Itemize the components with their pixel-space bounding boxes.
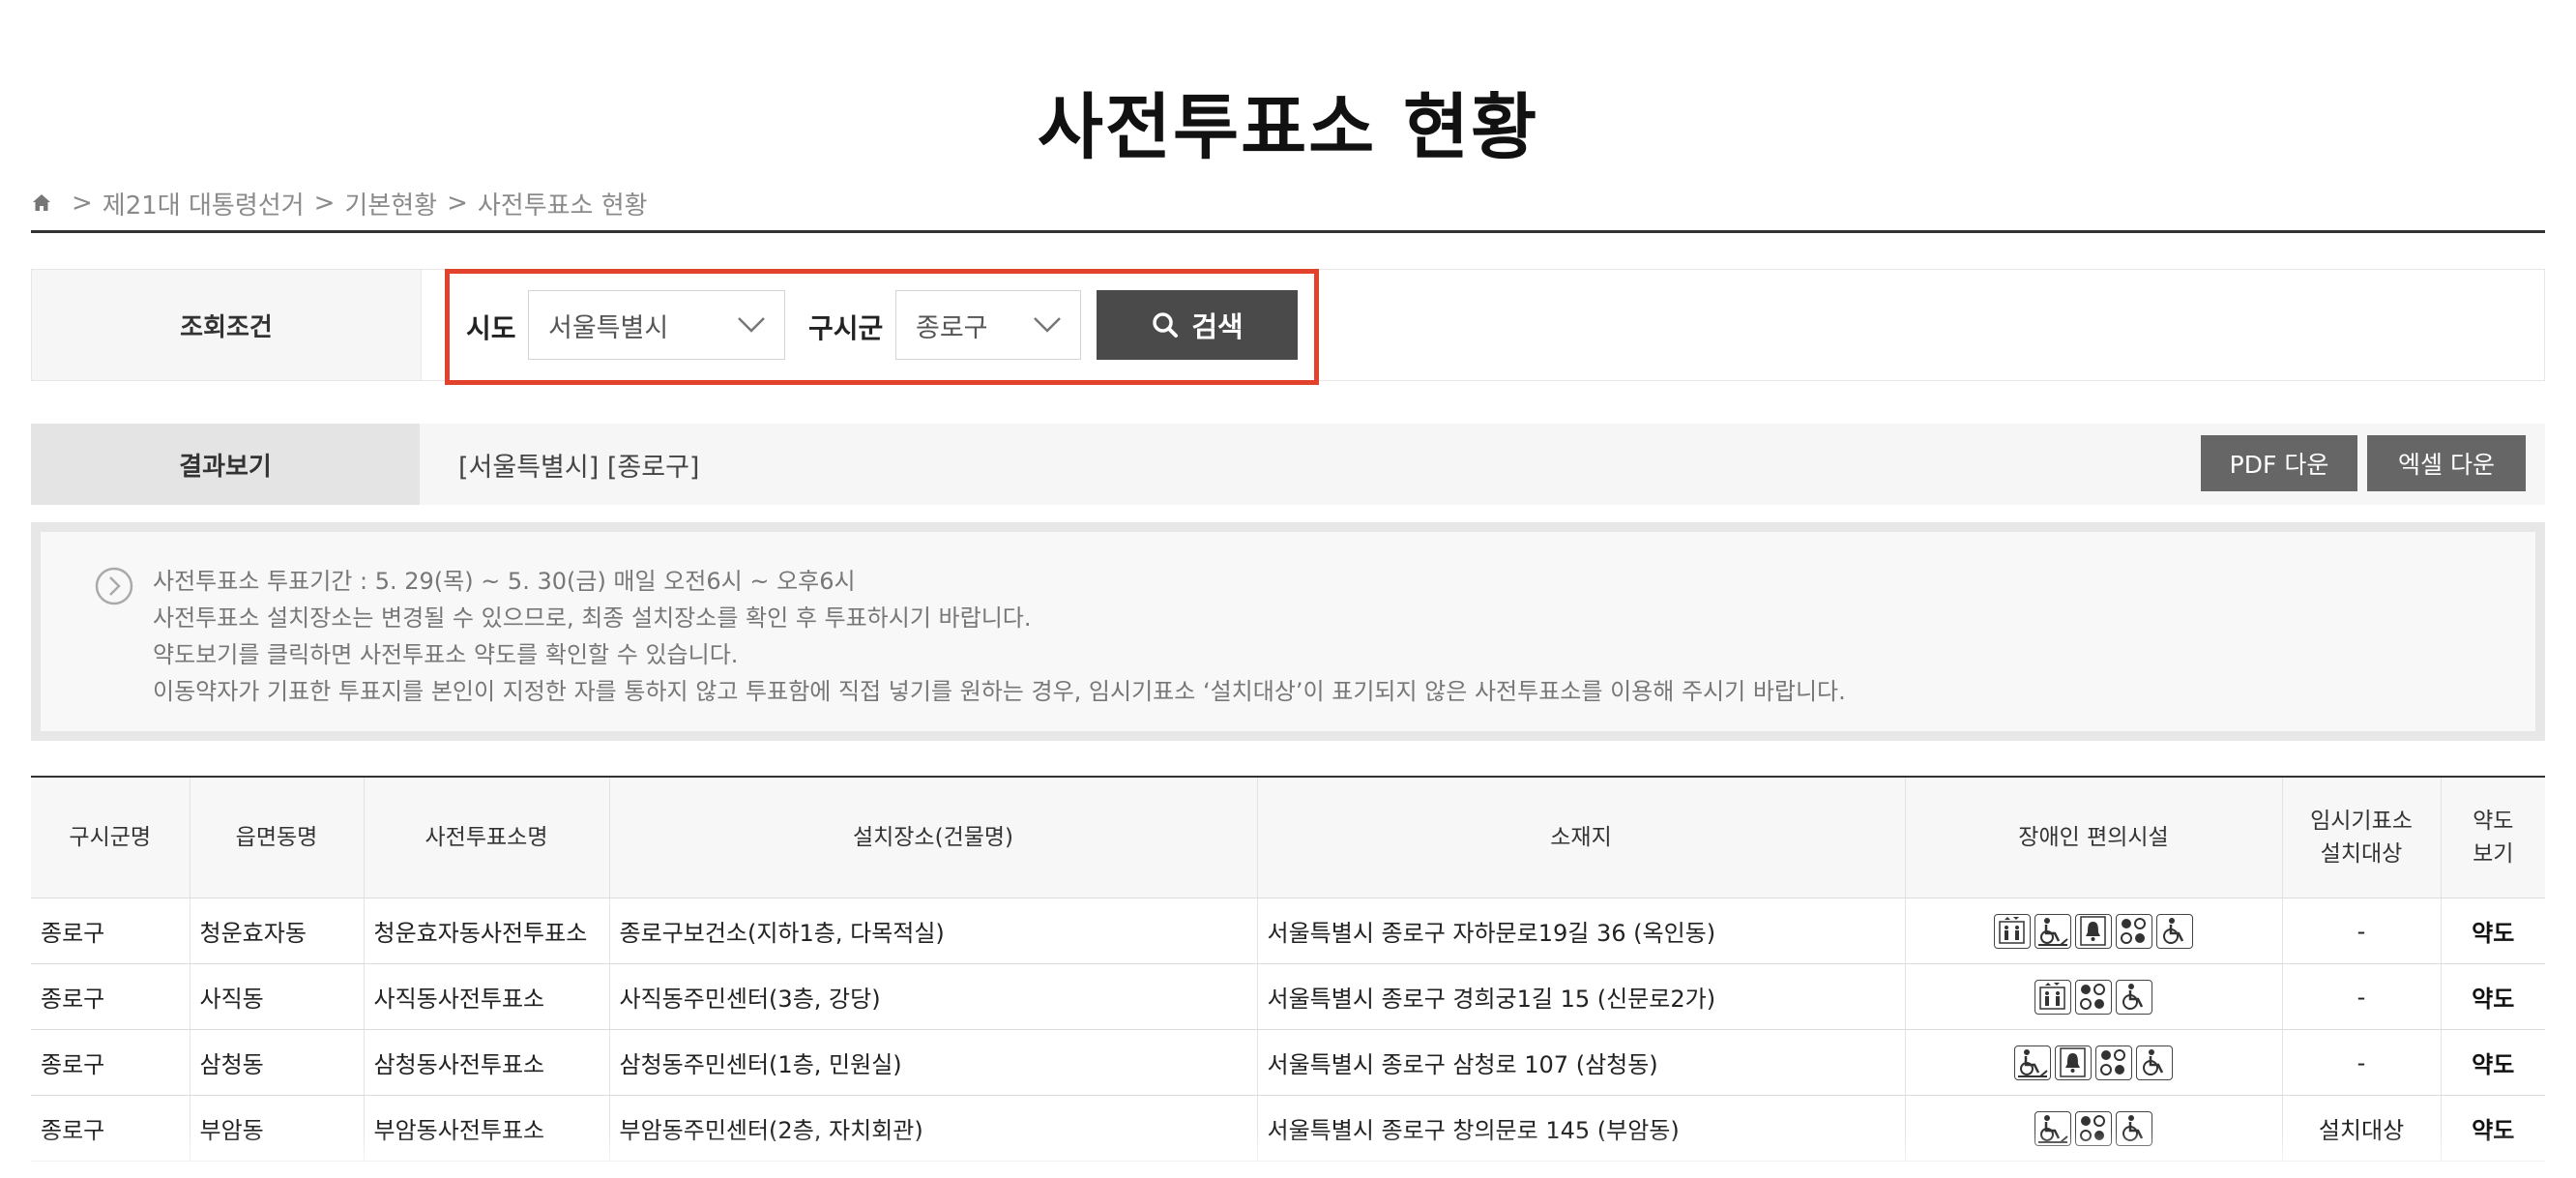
cell-gu: 종로구 bbox=[31, 1095, 190, 1162]
result-row: 결과보기 [서울특별시] [종로구] PDF 다운 엑셀 다운 bbox=[31, 424, 2545, 505]
cell-address: 서울특별시 종로구 자하문로19길 36 (옥인동) bbox=[1257, 898, 1906, 964]
cell-place: 사직동주민센터(3층, 강당) bbox=[609, 963, 1258, 1030]
wheelchair-ramp-icon bbox=[2014, 1045, 2051, 1080]
cell-dong: 사직동 bbox=[190, 963, 365, 1030]
cell-station-name: 부암동사전투표소 bbox=[364, 1095, 610, 1162]
excel-download-button[interactable]: 엑셀 다운 bbox=[2367, 435, 2526, 491]
sido-select[interactable]: 서울특별시 bbox=[528, 290, 785, 360]
breadcrumb-item-basic-status[interactable]: 기본현황 bbox=[344, 186, 437, 221]
page-title: 사전투표소 현황 bbox=[1037, 86, 1539, 169]
cell-gu: 종로구 bbox=[31, 1029, 190, 1096]
header-dong: 읍면동명 bbox=[190, 778, 365, 898]
header-temp-booth: 임시기표소 설치대상 bbox=[2282, 778, 2442, 898]
elevator-icon bbox=[2034, 979, 2071, 1015]
home-icon[interactable] bbox=[31, 192, 52, 214]
header-facilities: 장애인 편의시설 bbox=[1905, 778, 2283, 898]
table-body: 종로구 청운효자동 청운효자동사전투표소 종로구보건소(지하1층, 다목적실) 서울특별… bbox=[31, 898, 2545, 1162]
search-icon bbox=[1153, 312, 1179, 338]
map-link[interactable]: 약도 bbox=[2441, 898, 2545, 964]
cell-place: 종로구보건소(지하1층, 다목적실) bbox=[609, 898, 1258, 964]
notice-line-map: 약도보기를 클릭하면 사전투표소 약도를 확인할 수 있습니다. bbox=[153, 641, 739, 668]
header-station-name: 사전투표소명 bbox=[364, 778, 610, 898]
elevator-icon bbox=[1994, 913, 2031, 949]
sido-label: 시도 bbox=[466, 312, 516, 344]
cell-station-name: 사직동사전투표소 bbox=[364, 963, 610, 1030]
cell-dong: 부암동 bbox=[190, 1095, 365, 1162]
chevron-down-icon bbox=[1034, 317, 1061, 333]
braille-icon bbox=[2075, 1110, 2112, 1146]
cell-temp-booth: - bbox=[2282, 1029, 2442, 1096]
cell-address: 서울특별시 종로구 창의문로 145 (부암동) bbox=[1257, 1095, 1906, 1162]
map-link[interactable]: 약도 bbox=[2441, 1095, 2545, 1162]
page: 사전투표소 현황 > 제21대 대통령선거 > 기본현황 > 사전투표소 현황 … bbox=[0, 0, 2576, 1178]
table-row: 종로구 삼청동 삼청동사전투표소 삼청동주민센터(1층, 민원실) 서울특별시 종로구 … bbox=[31, 1029, 2545, 1096]
cell-place: 부암동주민센터(2층, 자치회관) bbox=[609, 1095, 1258, 1162]
cell-temp-booth: - bbox=[2282, 898, 2442, 964]
search-button[interactable]: 검색 bbox=[1097, 290, 1298, 360]
result-label: 결과보기 bbox=[31, 424, 420, 505]
cell-temp-booth: 설치대상 bbox=[2282, 1095, 2442, 1162]
notice-line-mobility: 이동약자가 기표한 투표지를 본인이 지정한 자를 통하지 않고 투표함에 직접… bbox=[153, 678, 1846, 705]
breadcrumb-item-current[interactable]: 사전투표소 현황 bbox=[478, 186, 648, 221]
search-condition-label: 조회조건 bbox=[32, 270, 422, 380]
cell-station-name: 청운효자동사전투표소 bbox=[364, 898, 610, 964]
braille-icon bbox=[2075, 979, 2112, 1015]
wheelchair-icon bbox=[2156, 913, 2193, 949]
wheelchair-ramp-icon bbox=[2034, 913, 2071, 949]
cell-address: 서울특별시 종로구 경희궁1길 15 (신문로2가) bbox=[1257, 963, 1906, 1030]
wheelchair-icon bbox=[2136, 1045, 2173, 1080]
breadcrumb: > 제21대 대통령선거 > 기본현황 > 사전투표소 현황 bbox=[31, 184, 648, 222]
notice-line-period: 사전투표소 투표기간 : 5. 29(목) ~ 5. 30(금) 매일 오전6시… bbox=[153, 568, 856, 595]
wheelchair-ramp-icon bbox=[2034, 1110, 2071, 1146]
sido-select-value: 서울특별시 bbox=[548, 312, 669, 343]
breadcrumb-separator: > bbox=[72, 189, 93, 218]
pdf-download-button[interactable]: PDF 다운 bbox=[2201, 435, 2357, 491]
sigungu-label: 구시군 bbox=[808, 312, 884, 344]
table-row: 종로구 사직동 사직동사전투표소 사직동주민센터(3층, 강당) 서울특별시 종로구 경… bbox=[31, 963, 2545, 1030]
notice-inner: 사전투표소 투표기간 : 5. 29(목) ~ 5. 30(금) 매일 오전6시… bbox=[41, 532, 2535, 731]
search-button-label: 검색 bbox=[1191, 310, 1244, 343]
cell-facilities bbox=[1905, 1029, 2283, 1096]
cell-facilities bbox=[1905, 1095, 2283, 1162]
cell-facilities bbox=[1905, 898, 2283, 964]
table-header-row: 구시군명 읍면동명 사전투표소명 설치장소(건물명) 소재지 장애인 편의시설 … bbox=[31, 778, 2545, 898]
braille-icon bbox=[2116, 913, 2152, 949]
wheelchair-icon bbox=[2116, 1110, 2152, 1146]
sigungu-select[interactable]: 종로구 bbox=[895, 290, 1081, 360]
cell-dong: 삼청동 bbox=[190, 1029, 365, 1096]
braille-icon bbox=[2095, 1045, 2132, 1080]
notice-text: 사전투표소 투표기간 : 5. 29(목) ~ 5. 30(금) 매일 오전6시… bbox=[153, 563, 1846, 710]
header-gu: 구시군명 bbox=[31, 778, 190, 898]
cell-temp-booth: - bbox=[2282, 963, 2442, 1030]
table-row: 종로구 청운효자동 청운효자동사전투표소 종로구보건소(지하1층, 다목적실) 서울특별… bbox=[31, 898, 2545, 964]
cell-gu: 종로구 bbox=[31, 963, 190, 1030]
polling-station-table: 구시군명 읍면동명 사전투표소명 설치장소(건물명) 소재지 장애인 편의시설 … bbox=[31, 778, 2545, 1162]
header-divider bbox=[31, 230, 2545, 233]
breadcrumb-item-election[interactable]: 제21대 대통령선거 bbox=[102, 186, 305, 221]
map-link[interactable]: 약도 bbox=[2441, 963, 2545, 1030]
breadcrumb-separator: > bbox=[447, 189, 468, 218]
header-map: 약도 보기 bbox=[2441, 778, 2545, 898]
chevron-right-circle-icon bbox=[95, 567, 133, 605]
bell-icon bbox=[2075, 913, 2112, 949]
result-filter-text: [서울특별시] [종로구] bbox=[458, 452, 700, 483]
sigungu-select-value: 종로구 bbox=[916, 312, 988, 343]
notice-line-location-change: 사전투표소 설치장소는 변경될 수 있으므로, 최종 설치장소를 확인 후 투표… bbox=[153, 604, 1032, 632]
cell-place: 삼청동주민센터(1층, 민원실) bbox=[609, 1029, 1258, 1096]
header-place: 설치장소(건물명) bbox=[609, 778, 1258, 898]
breadcrumb-separator: > bbox=[313, 189, 336, 218]
header-address: 소재지 bbox=[1257, 778, 1906, 898]
wheelchair-icon bbox=[2116, 979, 2152, 1015]
cell-gu: 종로구 bbox=[31, 898, 190, 964]
cell-address: 서울특별시 종로구 삼청로 107 (삼청동) bbox=[1257, 1029, 1906, 1096]
chevron-down-icon bbox=[738, 317, 765, 333]
cell-dong: 청운효자동 bbox=[190, 898, 365, 964]
cell-station-name: 삼청동사전투표소 bbox=[364, 1029, 610, 1096]
map-link[interactable]: 약도 bbox=[2441, 1029, 2545, 1096]
cell-facilities bbox=[1905, 963, 2283, 1030]
bell-icon bbox=[2055, 1045, 2092, 1080]
table-row: 종로구 부암동 부암동사전투표소 부암동주민센터(2층, 자치회관) 서울특별시 종로구… bbox=[31, 1095, 2545, 1162]
notice-box: 사전투표소 투표기간 : 5. 29(목) ~ 5. 30(금) 매일 오전6시… bbox=[31, 522, 2545, 741]
